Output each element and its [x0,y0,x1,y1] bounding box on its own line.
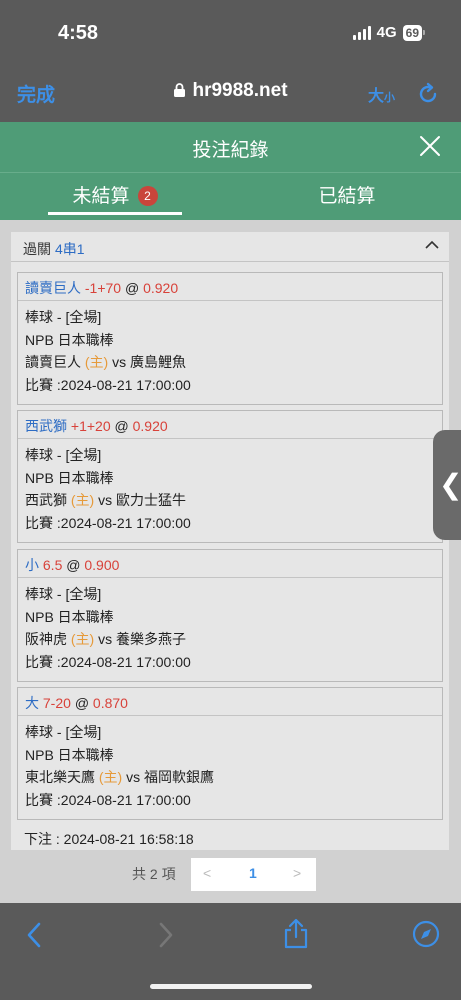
current-page[interactable]: 1 [249,865,257,881]
home-team: 阪神虎 [25,631,67,648]
bet-league: NPB 日本職棒 [25,608,114,625]
bet-matchup: 阪神虎 (主) vs 養樂多燕子 [25,628,442,651]
modal-title: 投注紀錄 [192,140,269,161]
tab-bar: 未結算 2 已結算 [0,172,461,220]
home-tag: (主) [84,354,109,371]
bet-match-time: 比賽 :2024-08-21 17:00:00 [25,792,191,809]
bet-league: NPB 日本職棒 [25,469,114,486]
close-icon[interactable] [419,135,441,157]
status-bar: 4:58 4G 69 [0,0,461,68]
vs-label: vs [98,492,113,509]
bet-match-time: 比賽 :2024-08-21 17:00:00 [25,654,191,671]
back-icon[interactable] [24,921,44,949]
bet-leg: 讀賣巨人 -1+70 @ 0.920 棒球 - [全場] NPB 日本職棒 讀賣… [17,272,443,405]
home-tag: (主) [70,631,95,648]
bet-league: NPB 日本職棒 [25,746,114,763]
bet-at: @ [114,418,129,434]
pagination: 共 2 項 < 1 > [0,858,461,891]
status-indicators: 4G 69 [352,24,425,41]
chevron-left-icon: ❮ [439,469,461,500]
bet-handicap: 7-20 [42,695,71,711]
battery-level: 69 [402,24,422,41]
bet-pick-line: 小 6.5 @ 0.900 [18,550,442,578]
text-size-small: 小 [384,92,396,104]
bet-matchup: 讀賣巨人 (主) vs 廣島鯉魚 [25,351,442,374]
modal-header: 投注紀錄 [0,122,461,172]
home-team: 西武獅 [25,492,67,509]
vs-label: vs [112,354,127,371]
unsettled-count-badge: 2 [137,186,158,206]
parlay-header[interactable]: 過關 4串1 [11,232,449,262]
bet-at: @ [74,695,90,711]
status-time: 4:58 [58,22,99,44]
away-team: 福岡軟銀鷹 [144,769,214,786]
bet-matchup: 東北樂天鷹 (主) vs 福岡軟銀鷹 [25,766,442,789]
home-team: 讀賣巨人 [25,354,81,371]
chevron-up-icon[interactable] [425,240,439,250]
bet-pick: 小 [25,557,39,573]
bet-at: @ [66,557,81,573]
bet-sport: 棒球 - [全場] [25,724,102,740]
bet-sport: 棒球 - [全場] [25,586,102,602]
bet-matchup: 西武獅 (主) vs 歐力士猛牛 [25,489,442,512]
parlay-kind: 過關 [23,241,51,257]
lock-icon [174,83,186,97]
bet-odds: 0.900 [84,557,120,573]
url-text: hr9988.net [192,80,288,101]
bet-handicap: -1+70 [84,280,122,296]
tab-settled-label: 已結算 [318,186,376,207]
bet-match-time: 比賽 :2024-08-21 17:00:00 [25,377,191,394]
bet-leg: 大 7-20 @ 0.870 棒球 - [全場] NPB 日本職棒 東北樂天鷹 … [17,687,443,820]
bet-sport: 棒球 - [全場] [25,447,102,463]
home-tag: (主) [98,769,123,786]
bet-odds: 0.920 [143,280,179,296]
bet-match-time: 比賽 :2024-08-21 17:00:00 [25,515,191,532]
network-label: 4G [376,24,397,41]
bet-odds: 0.920 [132,418,168,434]
text-size-button[interactable]: 大小 [368,82,395,106]
signal-icon [352,25,371,40]
away-team: 養樂多燕子 [116,631,186,648]
tab-settled[interactable]: 已結算 [280,181,414,208]
bet-odds: 0.870 [92,695,128,711]
home-team: 東北樂天鷹 [25,769,95,786]
tab-unsettled[interactable]: 未結算 2 [48,181,182,215]
forward-icon[interactable] [156,921,176,949]
bet-pick: 西武獅 [25,418,67,434]
tab-unsettled-label: 未結算 [72,186,130,207]
bet-pick: 大 [25,695,39,711]
home-indicator [150,984,312,989]
bet-at: @ [124,280,140,296]
share-icon[interactable] [283,917,309,949]
bet-pick-line: 大 7-20 @ 0.870 [18,688,442,716]
home-tag: (主) [70,492,95,509]
away-team: 歐力士猛牛 [116,492,186,509]
bet-pick: 讀賣巨人 [25,280,81,296]
browser-toolbar: 完成 hr9988.net 大小 [0,68,461,122]
next-page-button[interactable]: > [293,865,301,881]
bet-pick-line: 西武獅 +1+20 @ 0.920 [18,411,442,439]
bet-handicap: +1+20 [70,418,111,434]
away-team: 廣島鯉魚 [130,354,186,371]
bet-handicap: 6.5 [42,557,63,573]
side-drawer-handle[interactable]: ❮ [433,430,461,540]
bet-leg: 小 6.5 @ 0.900 棒球 - [全場] NPB 日本職棒 阪神虎 (主)… [17,549,443,682]
compass-icon[interactable] [412,920,440,948]
reload-icon[interactable] [418,82,440,106]
bet-leg: 西武獅 +1+20 @ 0.920 棒球 - [全場] NPB 日本職棒 西武獅… [17,410,443,543]
bet-sport: 棒球 - [全場] [25,309,102,325]
bet-pick-line: 讀賣巨人 -1+70 @ 0.920 [18,273,442,301]
parlay-slip: 過關 4串1 讀賣巨人 -1+70 @ 0.920 棒球 - [全場] NPB 日… [11,232,449,850]
bet-record-content[interactable]: 過關 4串1 讀賣巨人 -1+70 @ 0.920 棒球 - [全場] NPB 日… [0,220,461,903]
page-nav: < 1 > [191,858,316,891]
battery-icon: 69 [402,24,425,41]
bet-league: NPB 日本職棒 [25,331,114,348]
total-count: 共 2 項 [132,866,176,882]
vs-label: vs [98,631,113,648]
prev-page-button[interactable]: < [203,865,211,881]
parlay-combo: 4串1 [55,241,85,257]
vs-label: vs [126,769,141,786]
text-size-big: 大 [368,88,385,105]
bet-placed-time: 下注 : 2024-08-21 16:58:18 [24,831,194,847]
